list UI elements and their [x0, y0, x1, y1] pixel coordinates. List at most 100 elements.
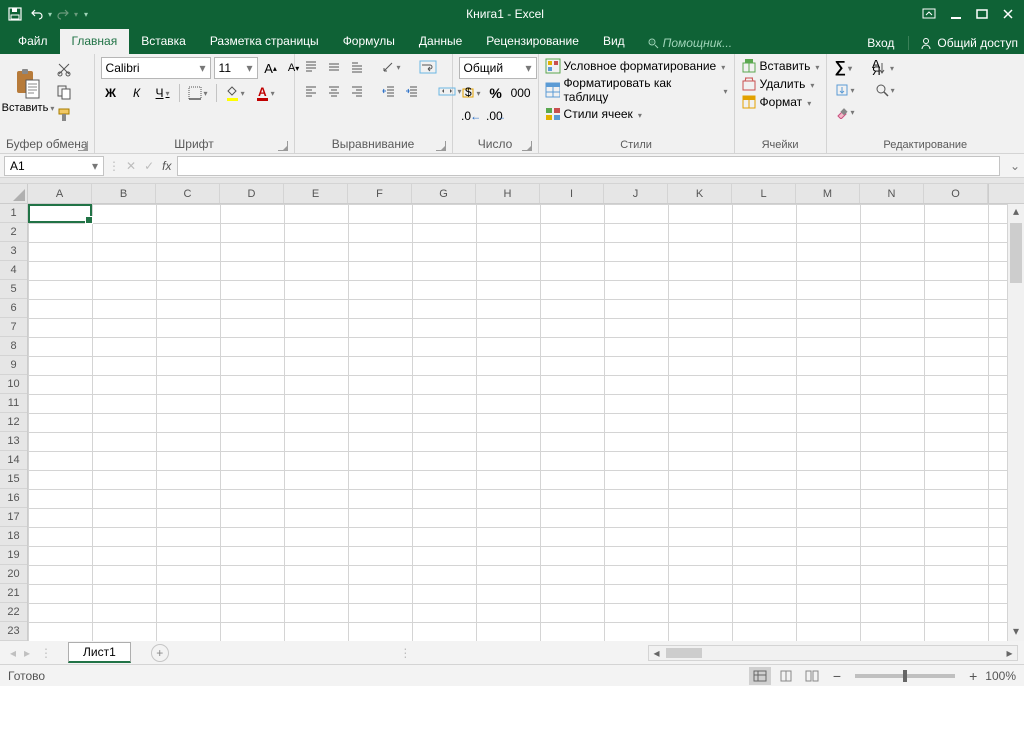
fill-icon[interactable] [833, 80, 857, 100]
row-header[interactable]: 13 [0, 432, 27, 451]
format-painter-icon[interactable] [54, 105, 74, 125]
format-cells-button[interactable]: Формат [741, 94, 812, 110]
row-header[interactable]: 8 [0, 337, 27, 356]
autosum-icon[interactable]: ∑ [833, 58, 854, 78]
row-header[interactable]: 1 [0, 204, 27, 223]
number-launcher[interactable] [522, 141, 532, 151]
column-header[interactable]: D [220, 184, 284, 203]
column-header[interactable]: L [732, 184, 796, 203]
fill-color-icon[interactable] [223, 83, 247, 103]
tell-me-search[interactable]: Помощник... [647, 36, 732, 54]
close-icon[interactable] [1002, 8, 1014, 20]
normal-view-icon[interactable] [749, 667, 771, 685]
row-header[interactable]: 14 [0, 451, 27, 470]
zoom-level[interactable]: 100% [985, 669, 1016, 683]
clipboard-launcher[interactable] [78, 141, 88, 151]
row-header[interactable]: 16 [0, 489, 27, 508]
column-header[interactable]: K [668, 184, 732, 203]
column-header[interactable]: O [924, 184, 988, 203]
font-color-icon[interactable]: A [253, 83, 277, 103]
row-header[interactable]: 17 [0, 508, 27, 527]
enter-formula-icon[interactable]: ✓ [144, 159, 154, 173]
font-launcher[interactable] [278, 141, 288, 151]
increase-decimal-icon[interactable]: .0← [459, 107, 481, 127]
undo-dropdown[interactable]: ▾ [48, 10, 52, 19]
row-header[interactable]: 12 [0, 413, 27, 432]
ribbon-display-icon[interactable] [922, 8, 936, 20]
column-header[interactable]: H [476, 184, 540, 203]
orientation-icon[interactable] [379, 57, 403, 77]
row-header[interactable]: 5 [0, 280, 27, 299]
align-right-icon[interactable] [347, 81, 367, 101]
page-break-view-icon[interactable] [801, 667, 823, 685]
font-size-combo[interactable]: 11▾ [214, 57, 258, 79]
format-as-table-button[interactable]: Форматировать как таблицу [545, 76, 728, 104]
maximize-icon[interactable] [976, 8, 988, 20]
tab-file[interactable]: Файл [6, 29, 60, 54]
delete-cells-button[interactable]: Удалить [741, 76, 815, 92]
cells-area[interactable] [28, 204, 1007, 641]
zoom-in-button[interactable]: + [969, 668, 977, 684]
redo-icon[interactable] [56, 7, 70, 21]
row-header[interactable]: 18 [0, 527, 27, 546]
font-name-combo[interactable]: Calibri▾ [101, 57, 211, 79]
column-header[interactable]: M [796, 184, 860, 203]
sheet-tab-1[interactable]: Лист1 [68, 642, 131, 663]
tab-insert[interactable]: Вставка [129, 29, 198, 54]
bold-button[interactable]: Ж [101, 83, 121, 103]
vertical-scrollbar[interactable]: ▴ ▾ [1007, 204, 1024, 641]
row-header[interactable]: 9 [0, 356, 27, 375]
insert-cells-button[interactable]: Вставить [741, 58, 820, 74]
row-header[interactable]: 20 [0, 565, 27, 584]
align-middle-icon[interactable] [324, 57, 344, 77]
formula-input[interactable] [177, 156, 999, 176]
row-header[interactable]: 7 [0, 318, 27, 337]
fx-icon[interactable]: fx [162, 159, 171, 173]
row-header[interactable]: 22 [0, 603, 27, 622]
zoom-out-button[interactable]: − [833, 668, 841, 684]
page-layout-view-icon[interactable] [775, 667, 797, 685]
tab-data[interactable]: Данные [407, 29, 474, 54]
active-cell[interactable] [28, 204, 92, 223]
row-header[interactable]: 21 [0, 584, 27, 603]
tab-formulas[interactable]: Формулы [331, 29, 407, 54]
undo-icon[interactable] [30, 7, 44, 21]
clear-icon[interactable] [833, 102, 857, 122]
row-header[interactable]: 10 [0, 375, 27, 394]
column-header[interactable]: N [860, 184, 924, 203]
row-header[interactable]: 23 [0, 622, 27, 641]
align-top-icon[interactable] [301, 57, 321, 77]
borders-icon[interactable] [186, 83, 210, 103]
cut-icon[interactable] [54, 59, 74, 79]
column-header[interactable]: F [348, 184, 412, 203]
horizontal-scrollbar[interactable]: ◂ ▸ [648, 645, 1018, 661]
align-left-icon[interactable] [301, 81, 321, 101]
column-header[interactable]: A [28, 184, 92, 203]
save-icon[interactable] [8, 7, 22, 21]
comma-style-icon[interactable]: 000 [509, 83, 533, 103]
row-header[interactable]: 4 [0, 261, 27, 280]
column-header[interactable]: G [412, 184, 476, 203]
expand-formula-bar[interactable]: ⌄ [1006, 159, 1024, 173]
redo-dropdown[interactable]: ▾ [74, 10, 78, 19]
underline-button[interactable]: Ч [153, 83, 173, 103]
column-header[interactable]: I [540, 184, 604, 203]
decrease-indent-icon[interactable] [379, 81, 399, 101]
tab-layout[interactable]: Разметка страницы [198, 29, 331, 54]
paste-button[interactable]: Вставить [6, 57, 50, 125]
row-header[interactable]: 3 [0, 242, 27, 261]
number-format-combo[interactable]: Общий▾ [459, 57, 537, 79]
conditional-formatting-button[interactable]: Условное форматирование [545, 58, 726, 74]
accounting-format-icon[interactable]: $ [459, 83, 483, 103]
cell-styles-button[interactable]: Стили ячеек [545, 106, 642, 122]
add-sheet-button[interactable]: + [151, 644, 169, 662]
column-header[interactable]: J [604, 184, 668, 203]
sign-in-link[interactable]: Вход [867, 36, 894, 50]
column-header[interactable]: B [92, 184, 156, 203]
row-header[interactable]: 15 [0, 470, 27, 489]
sheet-nav-prev[interactable]: ◂ [6, 646, 20, 660]
row-header[interactable]: 2 [0, 223, 27, 242]
select-all-corner[interactable] [0, 184, 28, 204]
find-select-icon[interactable] [873, 80, 897, 100]
percent-icon[interactable]: % [486, 83, 506, 103]
